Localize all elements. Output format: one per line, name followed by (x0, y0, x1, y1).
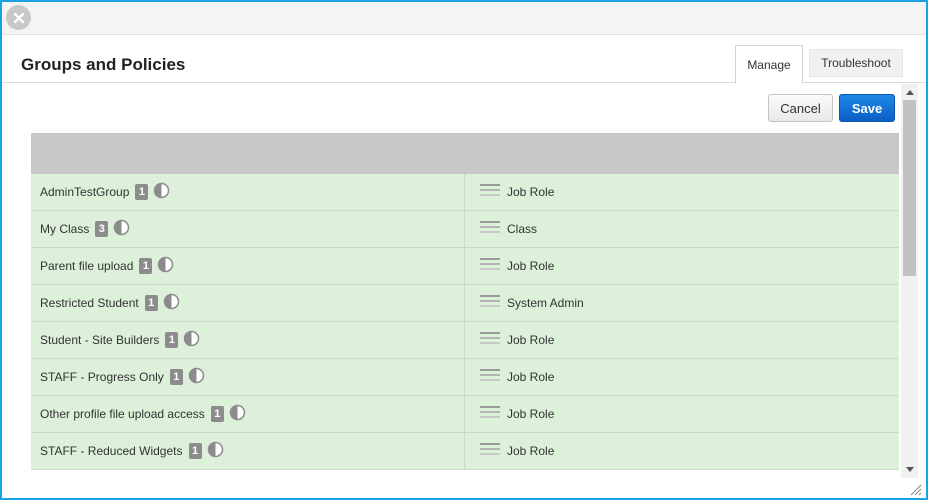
resize-grip-icon[interactable] (908, 482, 922, 496)
member-count-badge: 1 (210, 406, 224, 422)
policy-cell: Job Role (466, 322, 899, 358)
cancel-button[interactable]: Cancel (768, 94, 833, 122)
policy-type: Job Role (507, 407, 555, 421)
tab-troubleshoot[interactable]: Troubleshoot (809, 49, 903, 77)
table-header (31, 133, 899, 174)
close-button[interactable] (6, 5, 31, 30)
half-circle-icon[interactable] (207, 441, 224, 461)
group-name[interactable]: My Class (40, 222, 89, 236)
close-icon (13, 12, 24, 23)
title-bar (2, 2, 926, 35)
list-lines-icon (480, 257, 500, 275)
group-cell: STAFF - Reduced Widgets 1 (31, 433, 465, 469)
policy-cell: Job Role (466, 433, 899, 469)
policy-cell: System Admin (466, 285, 899, 321)
table-row[interactable]: STAFF - Reduced Widgets 1 Job Role (31, 433, 899, 470)
save-button[interactable]: Save (839, 94, 895, 122)
group-name[interactable]: Other profile file upload access (40, 407, 205, 421)
scroll-down-button[interactable] (901, 463, 918, 475)
group-cell: Restricted Student 1 (31, 285, 465, 321)
group-cell: Student - Site Builders 1 (31, 322, 465, 358)
policy-type: Job Role (507, 333, 555, 347)
policy-cell: Job Role (466, 174, 899, 210)
table-row[interactable]: Restricted Student 1 System Admin (31, 285, 899, 322)
group-name[interactable]: STAFF - Progress Only (40, 370, 164, 384)
policy-type: Job Role (507, 185, 555, 199)
page-title: Groups and Policies (21, 55, 186, 74)
half-circle-icon[interactable] (113, 219, 130, 239)
group-name[interactable]: STAFF - Reduced Widgets (40, 444, 183, 458)
policy-type: Class (507, 222, 538, 236)
scrollbar-thumb[interactable] (903, 100, 916, 276)
table-row[interactable]: STAFF - Progress Only 1 Job Role (31, 359, 899, 396)
list-lines-icon (480, 405, 500, 423)
table-row[interactable]: Parent file upload 1 Job Role (31, 248, 899, 285)
group-name[interactable]: Parent file upload (40, 259, 133, 273)
manage-panel: Cancel Save AdminTestGroup 1 Job Role My Cl… (2, 84, 926, 498)
dialog-window: Groups and Policies Manage Troubleshoot … (0, 0, 928, 500)
table-row[interactable]: My Class 3 Class (31, 211, 899, 248)
policy-cell: Job Role (466, 396, 899, 432)
scroll-up-button[interactable] (901, 86, 918, 98)
policy-type: Job Role (507, 259, 555, 273)
groups-table: AdminTestGroup 1 Job Role My Class 3 Class Par… (31, 133, 899, 470)
group-cell: Other profile file upload access 1 (31, 396, 465, 432)
member-count-badge: 1 (135, 184, 149, 200)
list-lines-icon (480, 220, 500, 238)
arrow-up-icon (905, 89, 914, 95)
member-count-badge: 3 (95, 221, 109, 237)
group-cell: My Class 3 (31, 211, 465, 247)
policy-cell: Job Role (466, 248, 899, 284)
vertical-scrollbar[interactable] (901, 84, 918, 478)
group-name[interactable]: Restricted Student (40, 296, 139, 310)
list-lines-icon (480, 183, 500, 201)
group-cell: Parent file upload 1 (31, 248, 465, 284)
list-lines-icon (480, 331, 500, 349)
group-cell: STAFF - Progress Only 1 (31, 359, 465, 395)
member-count-badge: 1 (169, 369, 183, 385)
table-row[interactable]: Student - Site Builders 1 Job Role (31, 322, 899, 359)
list-lines-icon (480, 442, 500, 460)
table-row[interactable]: Other profile file upload access 1 Job Rol… (31, 396, 899, 433)
group-name[interactable]: Student - Site Builders (40, 333, 159, 347)
tab-manage[interactable]: Manage (735, 45, 803, 84)
half-circle-icon[interactable] (163, 293, 180, 313)
policy-type: Job Role (507, 444, 555, 458)
table-row[interactable]: AdminTestGroup 1 Job Role (31, 174, 899, 211)
dialog-header: Groups and Policies Manage Troubleshoot (2, 35, 926, 84)
group-cell: AdminTestGroup 1 (31, 174, 465, 210)
half-circle-icon[interactable] (188, 367, 205, 387)
list-lines-icon (480, 368, 500, 386)
member-count-badge: 1 (165, 332, 179, 348)
half-circle-icon[interactable] (157, 256, 174, 276)
policy-type: System Admin (507, 296, 584, 310)
policy-type: Job Role (507, 370, 555, 384)
member-count-badge: 1 (139, 258, 153, 274)
member-count-badge: 1 (188, 443, 202, 459)
policy-cell: Job Role (466, 359, 899, 395)
table-body: AdminTestGroup 1 Job Role My Class 3 Class Par… (31, 174, 899, 470)
arrow-down-icon (905, 466, 914, 472)
policy-cell: Class (466, 211, 899, 247)
group-name[interactable]: AdminTestGroup (40, 185, 129, 199)
half-circle-icon[interactable] (153, 182, 170, 202)
list-lines-icon (480, 294, 500, 312)
half-circle-icon[interactable] (229, 404, 246, 424)
half-circle-icon[interactable] (183, 330, 200, 350)
member-count-badge: 1 (144, 295, 158, 311)
